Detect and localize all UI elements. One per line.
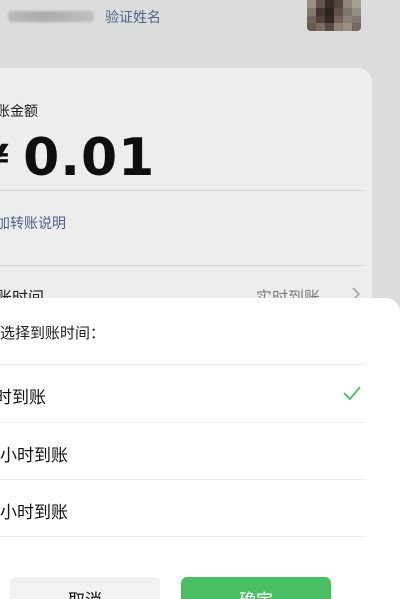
sheet-title: 选择到账时间： <box>0 324 106 342</box>
option-label: 小时到账 <box>0 446 68 466</box>
arrival-option-2h[interactable]: 小时到账 <box>0 424 365 480</box>
option-divider <box>0 422 365 423</box>
arrival-option-realtime[interactable]: 时到账 <box>0 366 365 422</box>
check-icon <box>343 386 361 401</box>
cancel-button[interactable]: 取消 <box>10 577 160 599</box>
option-divider <box>0 479 365 480</box>
option-divider <box>0 536 365 537</box>
arrival-option-24h[interactable]: 小时到账 <box>0 481 365 537</box>
transfer-screen: 验证姓名 账金额 ¥0.01 加转账说明 账时间 实时到账 选择到账时间： 时到… <box>0 0 400 599</box>
sheet-title-divider <box>0 364 365 365</box>
option-label: 时到账 <box>0 388 46 408</box>
confirm-button[interactable]: 确定 <box>181 577 331 599</box>
option-label: 小时到账 <box>0 503 68 523</box>
